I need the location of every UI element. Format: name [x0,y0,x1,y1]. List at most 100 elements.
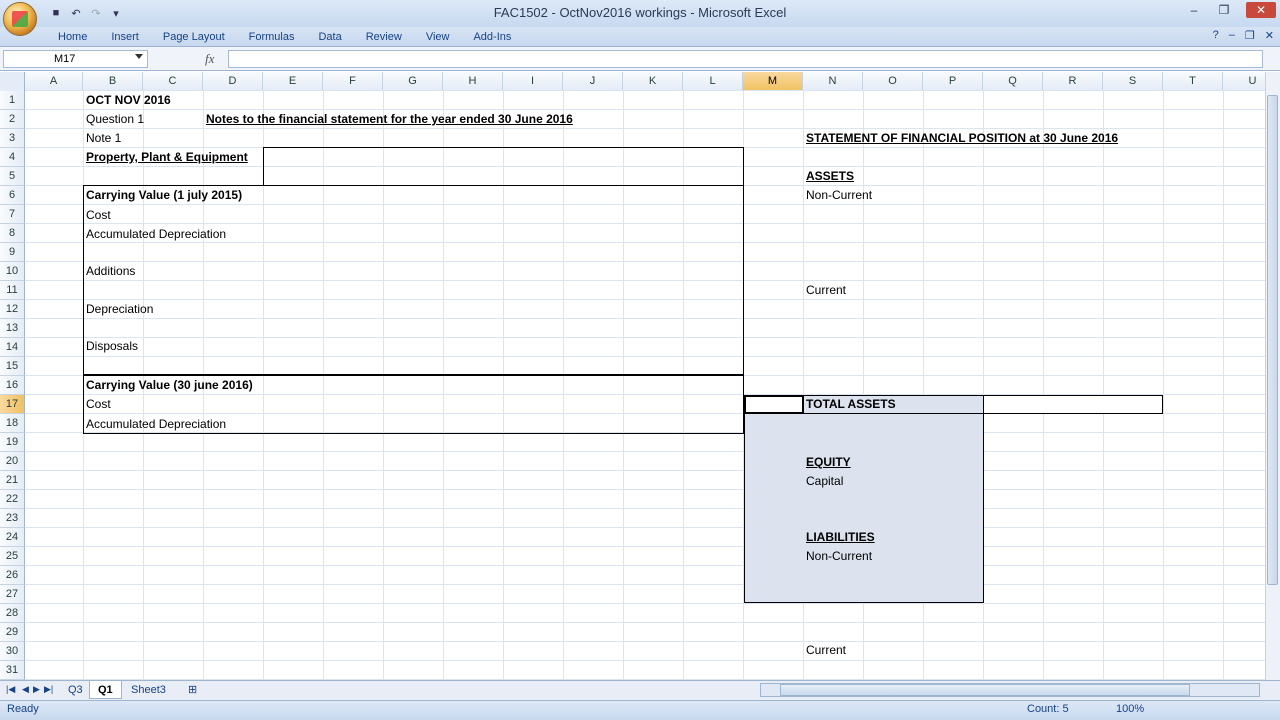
tab-add-ins[interactable]: Add-Ins [461,27,523,47]
row-header-28[interactable]: 28 [0,604,25,623]
cell-n5[interactable]: ASSETS [806,167,854,186]
cell-n11[interactable]: Current [806,281,846,300]
cell-b2[interactable]: Question 1 [86,110,144,129]
cell-n21[interactable]: Capital [806,472,843,491]
row-header-14[interactable]: 14 [0,338,25,357]
row-header-5[interactable]: 5 [0,167,25,186]
row-header-23[interactable]: 23 [0,509,25,528]
next-sheet-icon[interactable]: ▶ [33,684,40,695]
row-header-11[interactable]: 11 [0,281,25,300]
cell-n3[interactable]: STATEMENT OF FINANCIAL POSITION at 30 Ju… [806,129,1118,148]
workbook-restore-icon[interactable]: ❐ [1245,29,1255,42]
row-header-27[interactable]: 27 [0,585,25,604]
column-header-l[interactable]: L [683,72,743,91]
column-header-a[interactable]: A [25,72,83,91]
cell-e2[interactable]: Notes to the financial statement for the… [206,110,573,129]
row-header-25[interactable]: 25 [0,547,25,566]
row-header-9[interactable]: 9 [0,243,25,262]
cell-b7[interactable]: Cost [86,206,111,225]
row-header-26[interactable]: 26 [0,566,25,585]
cell-b17[interactable]: Cost [86,395,111,414]
column-header-r[interactable]: R [1043,72,1103,91]
row-header-7[interactable]: 7 [0,205,25,224]
name-box[interactable]: M17 [3,50,148,68]
workbook-minimize-icon[interactable]: – [1229,29,1235,42]
column-header-c[interactable]: C [143,72,203,91]
vertical-scroll-thumb[interactable] [1267,95,1278,585]
column-header-i[interactable]: I [503,72,563,91]
insert-sheet-icon[interactable]: ⊞ [180,681,205,699]
tab-home[interactable]: Home [46,27,99,47]
column-header-h[interactable]: H [443,72,503,91]
row-header-15[interactable]: 15 [0,357,25,376]
tab-data[interactable]: Data [306,27,353,47]
row-header-24[interactable]: 24 [0,528,25,547]
chevron-down-icon[interactable] [135,54,143,59]
cell-b10[interactable]: Additions [86,262,135,281]
cell-n30[interactable]: Current [806,641,846,660]
active-cell[interactable] [744,395,804,414]
cell-b14[interactable]: Disposals [86,337,138,356]
column-header-k[interactable]: K [623,72,683,91]
close-icon[interactable]: ✕ [1246,2,1276,18]
row-header-17[interactable]: 17 [0,395,25,414]
sheet-tab-q1[interactable]: Q1 [89,681,122,699]
column-header-n[interactable]: N [803,72,863,91]
row-header-2[interactable]: 2 [0,110,25,129]
sheet-tab-q3[interactable]: Q3 [60,681,91,699]
horizontal-scroll-thumb[interactable] [780,684,1190,696]
row-header-13[interactable]: 13 [0,319,25,338]
column-header-t[interactable]: T [1163,72,1223,91]
workbook-close-icon[interactable]: ✕ [1265,29,1274,42]
column-header-e[interactable]: E [263,72,323,91]
row-header-31[interactable]: 31 [0,661,25,680]
restore-icon[interactable]: ❐ [1216,2,1232,18]
column-header-f[interactable]: F [323,72,383,91]
cell-b18[interactable]: Accumulated Depreciation [86,415,226,434]
row-header-12[interactable]: 12 [0,300,25,319]
row-header-1[interactable]: 1 [0,91,25,110]
cell-n20[interactable]: EQUITY [806,453,851,472]
tab-review[interactable]: Review [354,27,414,47]
row-header-8[interactable]: 8 [0,224,25,243]
tab-view[interactable]: View [414,27,462,47]
column-header-q[interactable]: Q [983,72,1043,91]
zoom-level[interactable]: 100% [1116,703,1144,715]
column-header-j[interactable]: J [563,72,623,91]
cell-n25[interactable]: Non-Current [806,547,872,566]
column-header-s[interactable]: S [1103,72,1163,91]
insert-function-icon[interactable]: fx [205,51,214,67]
tab-formulas[interactable]: Formulas [237,27,307,47]
row-header-21[interactable]: 21 [0,471,25,490]
column-header-p[interactable]: P [923,72,983,91]
cell-b8[interactable]: Accumulated Depreciation [86,225,226,244]
sheet-tab-sheet3[interactable]: Sheet3 [123,681,174,699]
cell-n24[interactable]: LIABILITIES [806,528,875,547]
row-header-6[interactable]: 6 [0,186,25,205]
row-header-10[interactable]: 10 [0,262,25,281]
last-sheet-icon[interactable]: ▶| [44,684,53,695]
cell-b16[interactable]: Carrying Value (30 june 2016) [86,376,253,395]
minimize-icon[interactable]: – [1186,2,1202,18]
help-icon[interactable]: ? [1213,29,1219,42]
cell-n17[interactable]: TOTAL ASSETS [806,395,896,414]
column-header-g[interactable]: G [383,72,443,91]
cell-b4[interactable]: Property, Plant & Equipment [86,148,248,167]
tab-page-layout[interactable]: Page Layout [151,27,237,47]
cell-b6[interactable]: Carrying Value (1 july 2015) [86,186,242,205]
row-header-3[interactable]: 3 [0,129,25,148]
cell-b3[interactable]: Note 1 [86,129,121,148]
tab-insert[interactable]: Insert [99,27,151,47]
first-sheet-icon[interactable]: |◀ [6,684,15,695]
cell-b12[interactable]: Depreciation [86,300,153,319]
cell-n6[interactable]: Non-Current [806,186,872,205]
prev-sheet-icon[interactable]: ◀ [22,684,29,695]
office-button-icon[interactable] [3,2,37,36]
row-header-19[interactable]: 19 [0,433,25,452]
row-header-30[interactable]: 30 [0,642,25,661]
formula-input[interactable] [228,50,1263,68]
column-header-o[interactable]: O [863,72,923,91]
select-all-corner[interactable] [0,72,25,91]
row-header-4[interactable]: 4 [0,148,25,167]
cell-b1[interactable]: OCT NOV 2016 [86,91,171,110]
